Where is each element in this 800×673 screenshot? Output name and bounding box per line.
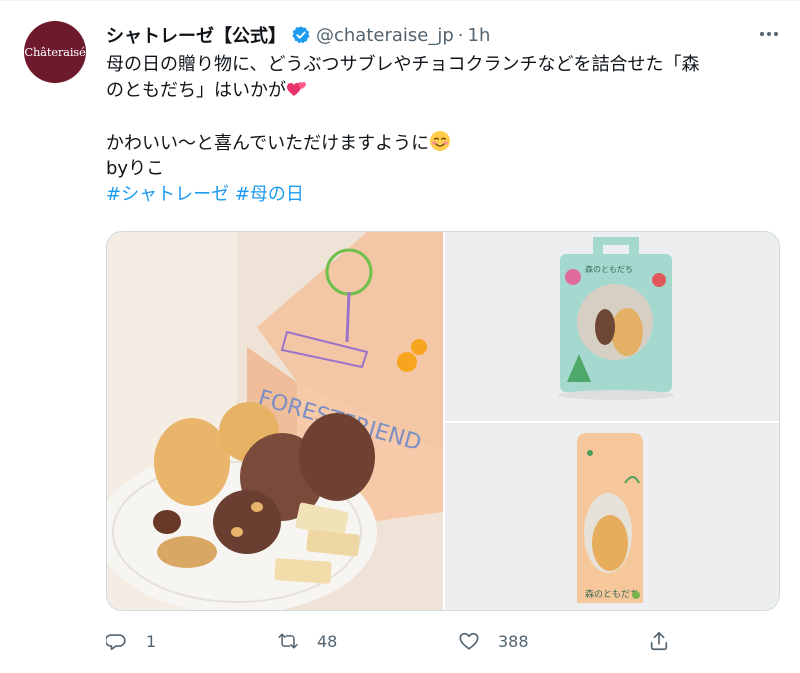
media-grid: FORESTFRIEND — [106, 231, 780, 611]
two-hearts-emoji-icon — [286, 79, 308, 107]
photo-cookie-plate[interactable]: FORESTFRIEND — [107, 232, 443, 610]
handle[interactable]: @chateraise_jp — [316, 25, 454, 46]
retweet-count: 48 — [317, 631, 338, 651]
tweet-actions: 1 48 388 — [106, 623, 780, 659]
reply-icon — [106, 630, 128, 652]
reply-count: 1 — [146, 631, 157, 651]
tweet-line-2: のともだち」はいかが — [106, 80, 286, 101]
more-icon[interactable] — [756, 23, 782, 45]
tweet-text: 母の日の贈り物に、どうぶつサブレやチョコクランチなどを詰合せた「森 のともだち」… — [106, 52, 786, 208]
tweet-header: シャトレーゼ【公式】 @chateraise_jp · 1h — [106, 21, 490, 49]
reply-button[interactable]: 1 — [106, 623, 156, 659]
tweet[interactable]: Châteraisé シャトレーゼ【公式】 @chateraise_jp · 1… — [0, 0, 800, 673]
tweet-line-1: 母の日の贈り物に、どうぶつサブレやチョコクランチなどを詰合せた「森 — [106, 54, 700, 75]
package-label-bottom: 森のともだち — [585, 588, 639, 600]
photo-package-back[interactable]: 森のともだち — [445, 423, 779, 610]
display-name[interactable]: シャトレーゼ【公式】 — [106, 22, 286, 48]
avatar[interactable]: Châteraisé — [24, 21, 86, 83]
share-button[interactable] — [648, 623, 670, 659]
tweet-line-3: かわいい〜と喜んでいただけますように — [106, 133, 430, 154]
like-icon — [458, 630, 480, 652]
verified-badge-icon — [291, 25, 311, 45]
hashtag-link[interactable]: #母の日 — [235, 184, 304, 205]
retweet-icon — [277, 630, 299, 652]
timestamp[interactable]: 1h — [468, 25, 491, 46]
share-icon — [648, 630, 670, 652]
hashtag-row: #シャトレーゼ #母の日 — [106, 182, 786, 208]
tweet-line-3-wrap: かわいい〜と喜んでいただけますように — [106, 130, 786, 156]
package-label-top: 森のともだち — [585, 264, 633, 274]
separator-dot: · — [457, 24, 464, 46]
avatar-logo-text: Châteraisé — [24, 45, 86, 59]
like-button[interactable]: 388 — [458, 623, 529, 659]
hashtag-link[interactable]: #シャトレーゼ — [106, 184, 229, 205]
photo-package-front[interactable]: 森のともだち — [445, 232, 779, 421]
tweet-line-2-wrap: のともだち」はいかが — [106, 78, 786, 104]
smiling-face-emoji-icon — [429, 130, 451, 160]
retweet-button[interactable]: 48 — [277, 623, 337, 659]
like-count: 388 — [498, 631, 529, 651]
